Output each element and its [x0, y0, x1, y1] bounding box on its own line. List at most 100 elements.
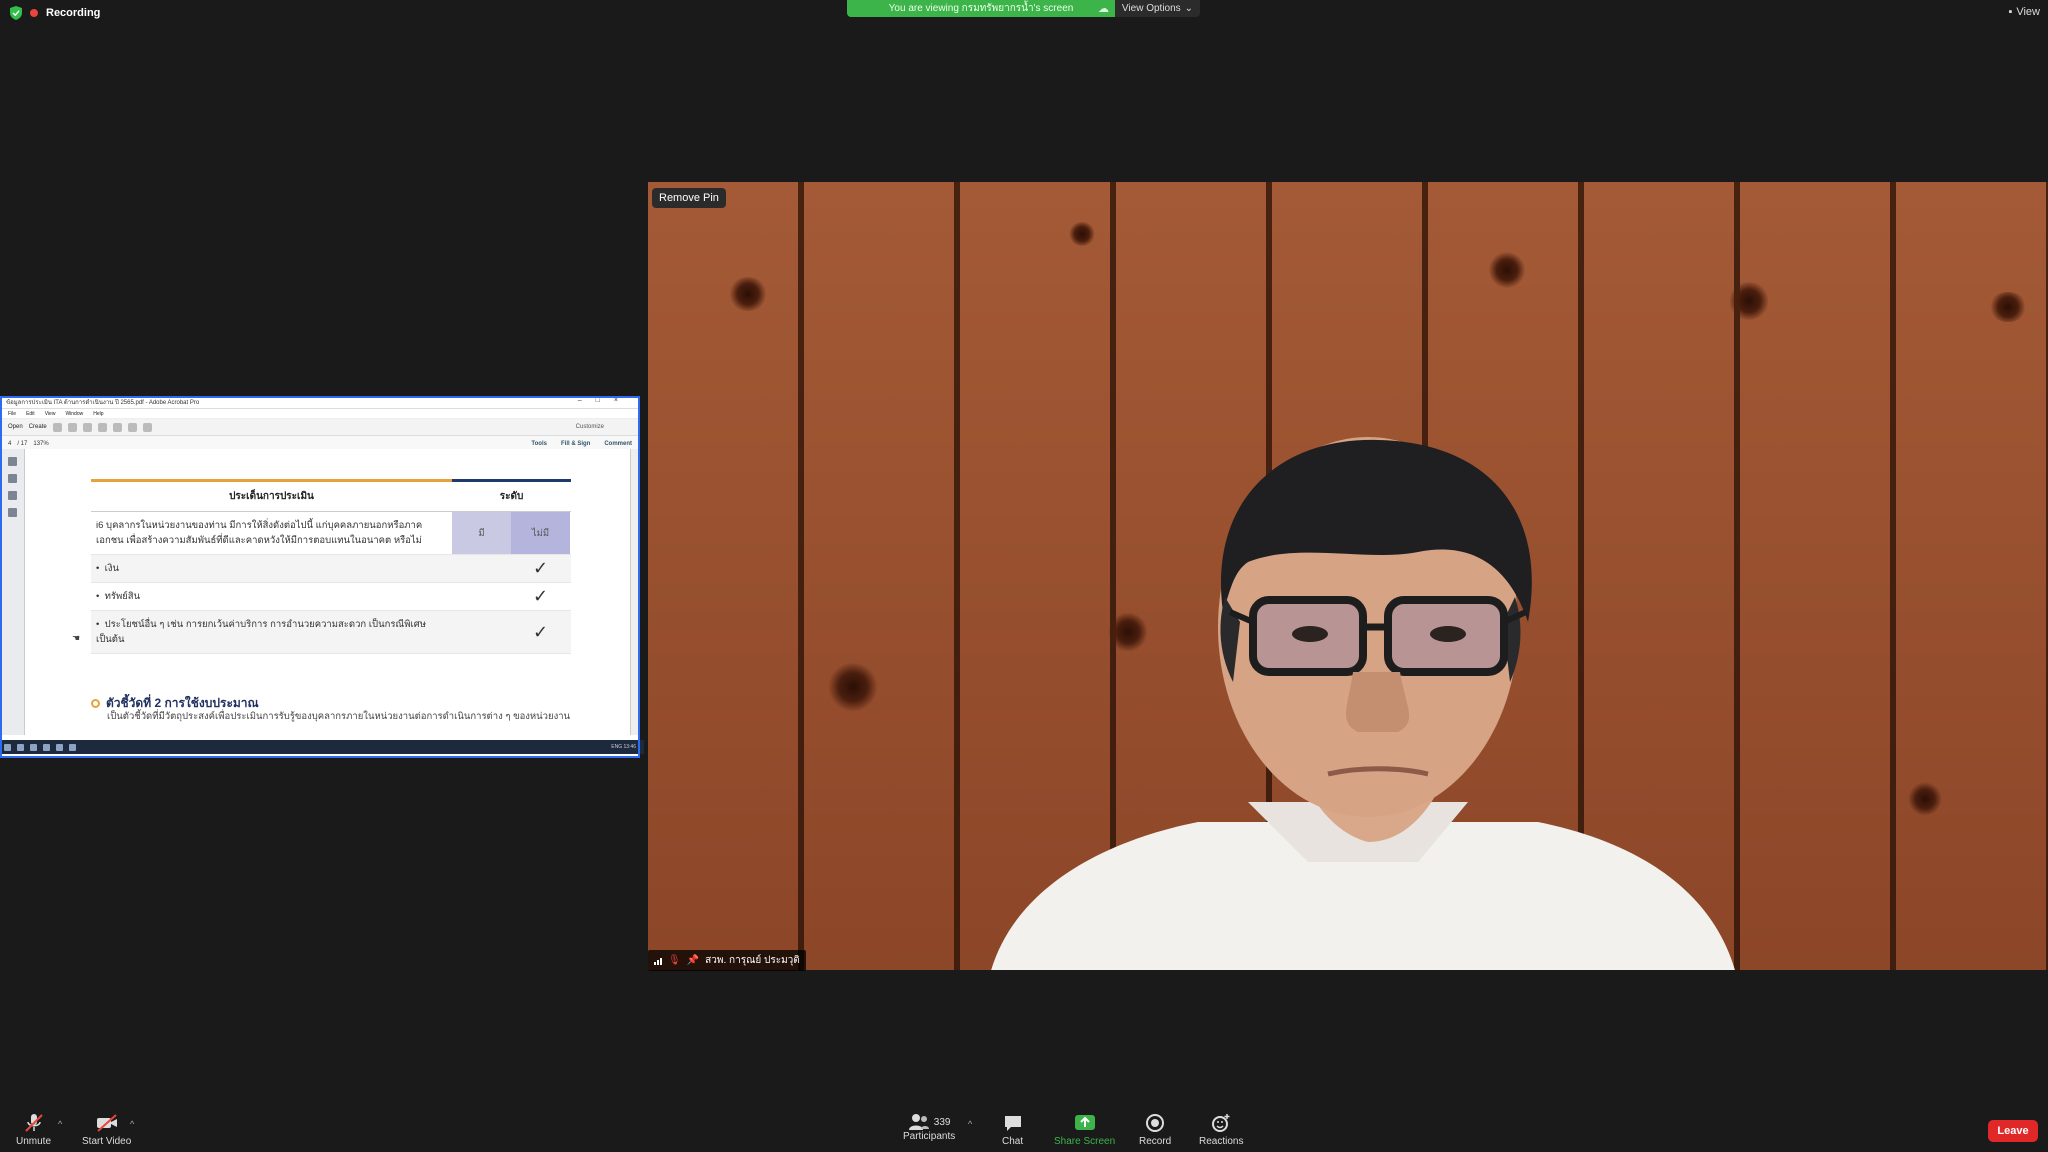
pdf-page: ประเด็นการประเมิน ระดับ i6 บุคลากรในหน่ว…	[25, 449, 631, 735]
assessment-table: ประเด็นการประเมิน ระดับ i6 บุคลากรในหน่ว…	[91, 479, 571, 654]
participants-button[interactable]: 339 Participants	[903, 1113, 955, 1142]
recording-indicator[interactable]: Recording	[10, 6, 100, 20]
tools-tab[interactable]: Tools	[531, 441, 547, 447]
print-icon[interactable]	[67, 422, 77, 432]
view-options-label: View Options	[1121, 3, 1181, 14]
reactions-label: Reactions	[1199, 1136, 1244, 1147]
view-button[interactable]: ▪ View	[2008, 6, 2040, 18]
menu-file[interactable]: File	[8, 411, 16, 417]
comment-icon[interactable]	[127, 422, 137, 432]
checkmark-icon: ✓	[532, 586, 549, 606]
table-header: ประเด็นการประเมิน ระดับ	[91, 479, 571, 512]
share-screen-button[interactable]: Share Screen	[1054, 1113, 1115, 1147]
checkmark-icon: ✓	[532, 621, 549, 642]
recording-label: Recording	[46, 7, 101, 19]
kpi-description: เป็นตัวชี้วัดที่มีวัตถุประสงค์เพื่อประเม…	[107, 711, 571, 722]
page-total: / 17	[17, 440, 28, 447]
comment-tab[interactable]: Comment	[604, 441, 632, 447]
chat-button[interactable]: Chat	[1002, 1113, 1023, 1147]
reactions-icon	[1212, 1114, 1230, 1132]
remove-pin-button[interactable]: Remove Pin	[652, 188, 726, 208]
header-level: ระดับ	[452, 479, 571, 512]
bookmarks-icon[interactable]	[7, 474, 17, 483]
view-options-button[interactable]: View Options ⌄	[1115, 0, 1200, 17]
start-video-label: Start Video	[82, 1136, 132, 1147]
share-screen-label: Share Screen	[1054, 1136, 1116, 1147]
video-off-icon	[96, 1114, 117, 1132]
item-label: ทรัพย์สิน	[104, 591, 141, 602]
stamp-icon[interactable]	[142, 422, 152, 432]
video-options-chevron-icon[interactable]: ^	[130, 1119, 134, 1129]
view-label: View	[2016, 6, 2040, 18]
attachments-icon[interactable]	[7, 491, 17, 500]
item-label: ประโยชน์อื่น ๆ เช่น การยกเว้นค่าบริการ ก…	[96, 619, 427, 645]
signatures-icon[interactable]	[7, 508, 17, 517]
participants-options-chevron-icon[interactable]: ^	[968, 1119, 972, 1129]
participants-count: 339	[933, 1116, 951, 1128]
pdf-scrollbar[interactable]	[630, 449, 640, 735]
window-title: ข้อมูลการประเมิน ITA ด้านการดำเนินงาน ปี…	[6, 400, 200, 406]
no-cell: ✓	[511, 555, 570, 582]
pinned-video[interactable]	[648, 182, 2048, 970]
page-number[interactable]: 4	[8, 441, 11, 447]
edit-icon[interactable]	[82, 422, 92, 432]
reactions-button[interactable]: Reactions	[1199, 1113, 1243, 1147]
item-label: เงิน	[104, 563, 119, 574]
create-button[interactable]: Create	[29, 424, 47, 430]
open-button[interactable]: Open	[8, 424, 23, 430]
table-row: i6 บุคลากรในหน่วยงานของท่าน มีการให้สิ่ง…	[91, 512, 571, 555]
shield-icon	[10, 6, 22, 20]
viewing-banner: You are viewing กรมทรัพยากรน้ำ's screen …	[847, 0, 1115, 17]
customize-dropdown[interactable]: Customize	[576, 424, 604, 430]
no-cell: ✓	[511, 583, 570, 610]
shared-screen[interactable]: ข้อมูลการประเมิน ITA ด้านการดำเนินงาน ปี…	[0, 396, 644, 758]
record-label: Record	[1139, 1136, 1172, 1147]
wood-knot	[828, 662, 878, 712]
question-text: i6 บุคลากรในหน่วยงานของท่าน มีการให้สิ่ง…	[96, 520, 423, 546]
yes-cell	[452, 611, 511, 653]
task-view-icon[interactable]	[30, 743, 37, 751]
bullet-icon	[91, 699, 100, 708]
record-icon	[1146, 1114, 1165, 1132]
window-controls: –□×	[577, 397, 632, 404]
acrobat-icon[interactable]	[56, 743, 63, 751]
menu-window[interactable]: Window	[65, 411, 83, 417]
menu-help[interactable]: Help	[93, 411, 103, 417]
fill-sign-tab[interactable]: Fill & Sign	[561, 441, 590, 447]
viewing-banner-text: You are viewing กรมทรัพยากรน้ำ's screen	[888, 3, 1074, 14]
wood-knot	[1488, 252, 1526, 288]
browser-icon[interactable]	[43, 743, 50, 751]
wood-knot	[1988, 292, 2028, 322]
wood-knot	[1728, 282, 1770, 320]
save-icon[interactable]	[52, 422, 62, 432]
table-row: • ทรัพย์สิน ✓	[91, 583, 571, 611]
windows-taskbar: ENG 13:46	[0, 740, 644, 754]
explorer-icon[interactable]	[69, 743, 76, 751]
menu-view[interactable]: View	[45, 411, 56, 417]
no-cell: ✓	[511, 611, 570, 653]
start-video-button[interactable]: Start Video	[82, 1113, 131, 1147]
record-button[interactable]: Record	[1139, 1113, 1171, 1147]
wood-knot	[728, 277, 768, 311]
yes-cell	[452, 583, 511, 610]
leave-button[interactable]: Leave	[1988, 1120, 2038, 1142]
settings-icon[interactable]	[112, 422, 122, 432]
unmute-button[interactable]: Unmute	[16, 1113, 51, 1147]
system-tray: ENG 13:46	[611, 744, 636, 750]
table-row: • ประโยชน์อื่น ๆ เช่น การยกเว้นค่าบริการ…	[91, 611, 571, 654]
menu-edit[interactable]: Edit	[26, 411, 35, 417]
email-icon[interactable]	[97, 422, 107, 432]
pages-icon[interactable]	[7, 457, 17, 466]
unmute-label: Unmute	[16, 1136, 52, 1147]
hand-cursor-icon: ☚	[72, 633, 81, 643]
pin-icon: 📌	[686, 955, 700, 966]
cloud-icon: ☁	[1098, 3, 1109, 15]
zoom-level[interactable]: 137%	[33, 441, 48, 447]
start-icon[interactable]	[4, 743, 11, 751]
audio-options-chevron-icon[interactable]: ^	[58, 1119, 62, 1129]
meeting-controls: Unmute ^ Start Video ^ 339 Participants …	[0, 1109, 2048, 1152]
search-icon[interactable]	[17, 743, 24, 751]
wood-knot	[1908, 782, 1942, 816]
wood-knot	[1068, 222, 1096, 246]
yes-cell	[452, 555, 511, 582]
